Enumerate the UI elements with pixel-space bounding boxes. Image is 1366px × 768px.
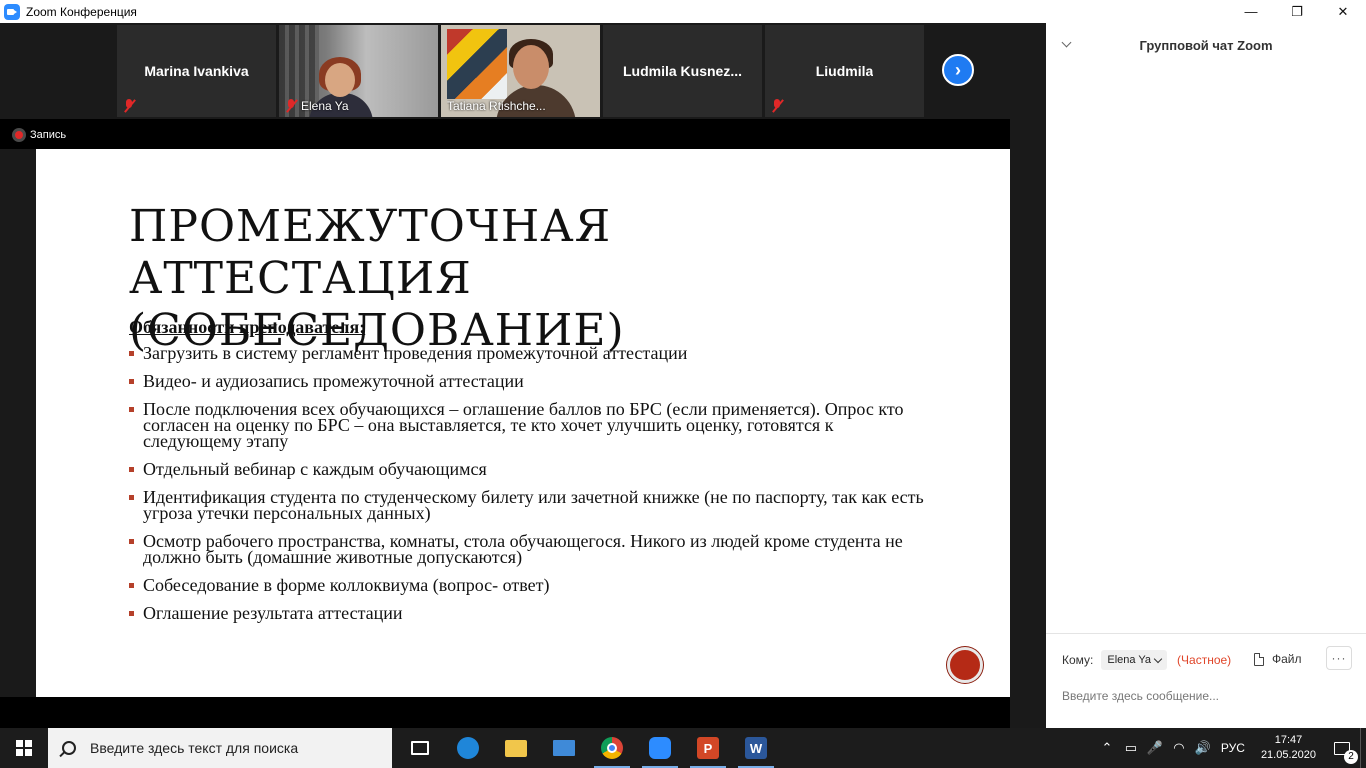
participant-name: Tatiana Rtishche... [447,99,546,113]
system-tray: ⌃ ▭ 🎤 ◠ 🔊 РУС 17:47 21.05.2020 2 [1095,728,1366,768]
notifications-button[interactable]: 2 [1324,741,1360,764]
university-logo-icon [947,647,983,683]
wifi-icon[interactable]: ◠ [1167,740,1191,756]
powerpoint-icon: P [697,737,719,759]
slide-title-line: ПРОМЕЖУТОЧНАЯ АТТЕСТАЦИЯ [129,201,612,304]
participant-name: Liudmila [815,63,874,79]
meeting-area: Marina Ivankiva Elena Ya Tatiana Rtishch… [0,23,1046,728]
windows-taskbar: Введите здесь текст для поиска P W ⌃ ▭ 🎤… [0,728,1366,768]
participant-tile[interactable]: Marina Ivankiva [117,25,276,117]
chat-title: Групповой чат Zoom [1139,37,1273,53]
word-button[interactable]: W [732,728,780,768]
window-controls: — ❐ ✕ [1228,0,1366,23]
minimize-button[interactable]: — [1228,0,1274,23]
file-icon [1254,652,1264,666]
recipient-row: Кому: Elena Ya (Частное) [1062,650,1231,670]
slide-bullet-list: Загрузить в систему регламент проведения… [129,344,929,633]
zoom-icon [649,737,671,759]
taskbar-apps: P W [396,728,780,768]
private-label: (Частное) [1177,653,1232,667]
show-hidden-icons-icon[interactable]: ⌃ [1095,740,1119,756]
participant-name: Elena Ya [301,99,349,113]
meeting-bottom-strip [0,697,1010,728]
notification-count: 2 [1344,749,1358,764]
screen: Zoom Конференция — ❐ ✕ Marina Ivankiva E… [0,0,1366,768]
clock-time: 17:47 [1274,734,1303,746]
mic-muted-icon [285,99,297,112]
clock[interactable]: 17:47 21.05.2020 [1261,733,1316,763]
start-button[interactable] [0,728,48,768]
volume-icon[interactable]: 🔊 [1191,740,1215,756]
maximize-button[interactable]: ❐ [1274,0,1320,23]
zoom-app-icon [4,3,20,20]
next-page-arrow-icon[interactable]: › [942,54,974,86]
chevron-down-icon[interactable] [1062,39,1072,49]
folder-icon [505,739,527,757]
more-options-button[interactable]: ··· [1326,646,1352,670]
slide-bullet: Отдельный вебинар с каждым обучающимся [129,460,929,478]
slide-subtitle: Обязанности преподавателя: [129,317,366,337]
slide-bullet: Идентификация студента по студенческому … [129,488,929,522]
taskbar-search[interactable]: Введите здесь текст для поиска [48,728,392,768]
slide-bullet: После подключения всех обучающихся – огл… [129,400,929,450]
task-view-icon [411,741,429,755]
chat-compose-area: Кому: Elena Ya (Частное) Файл ··· [1046,633,1366,728]
microphone-icon[interactable]: 🎤 [1143,740,1167,756]
participant-tile-active-speaker[interactable]: Tatiana Rtishche... [441,25,600,117]
file-label: Файл [1272,652,1302,666]
edge-icon [457,737,479,759]
file-button[interactable]: Файл [1254,652,1302,666]
mic-muted-icon [771,99,783,112]
windows-logo-icon [16,740,32,756]
clock-date: 21.05.2020 [1260,749,1316,761]
recording-indicator[interactable]: Запись [12,128,66,142]
record-icon [12,128,26,142]
edge-button[interactable] [444,728,492,768]
mail-icon [553,740,575,756]
search-placeholder: Введите здесь текст для поиска [90,740,299,756]
participant-name: Marina Ivankiva [144,63,249,79]
to-label: Кому: [1062,653,1094,667]
chat-message-input[interactable] [1062,686,1352,706]
mic-muted-icon [123,99,135,112]
zoom-button[interactable] [636,728,684,768]
recipient-dropdown[interactable]: Elena Ya [1101,650,1168,670]
recording-label: Запись [30,129,67,141]
battery-icon[interactable]: ▭ [1119,740,1143,756]
window-title: Zoom Конференция [26,4,137,19]
word-icon: W [745,737,767,759]
slide-bullet: Осмотр рабочего пространства, комнаты, с… [129,532,929,566]
chat-panel: Групповой чат Zoom Кому: Elena Ya (Частн… [1046,23,1366,728]
recipient-name: Elena Ya [1107,654,1152,666]
chrome-button[interactable] [588,728,636,768]
language-indicator[interactable]: РУС [1221,741,1245,755]
slide-bullet: Оглашение результата аттестации [129,604,929,622]
task-view-button[interactable] [396,728,444,768]
participant-tile[interactable]: Elena Ya [279,25,438,117]
chat-header: Групповой чат Zoom [1046,23,1366,67]
chevron-down-icon [1153,654,1163,663]
mail-button[interactable] [540,728,588,768]
shared-screen-slide: ПРОМЕЖУТОЧНАЯ АТТЕСТАЦИЯ (СОБЕСЕДОВАНИЕ)… [36,149,1010,697]
file-explorer-button[interactable] [492,728,540,768]
search-icon [62,741,76,755]
show-desktop-button[interactable] [1360,728,1366,768]
participant-tile[interactable]: Liudmila [765,25,924,117]
powerpoint-button[interactable]: P [684,728,732,768]
participant-gallery: Marina Ivankiva Elena Ya Tatiana Rtishch… [117,25,924,117]
title-bar: Zoom Конференция — ❐ ✕ [0,0,1366,23]
slide-bullet: Видео- и аудиозапись промежуточной аттес… [129,372,929,390]
slide-bullet: Загрузить в систему регламент проведения… [129,344,929,362]
chrome-icon [601,737,623,759]
slide-bullet: Собеседование в форме коллоквиума (вопро… [129,576,929,594]
participant-name: Ludmila Kusnez... [622,63,742,79]
recording-strip: Запись [0,119,1010,149]
participant-tile[interactable]: Ludmila Kusnez... [603,25,762,117]
close-button[interactable]: ✕ [1320,0,1366,23]
